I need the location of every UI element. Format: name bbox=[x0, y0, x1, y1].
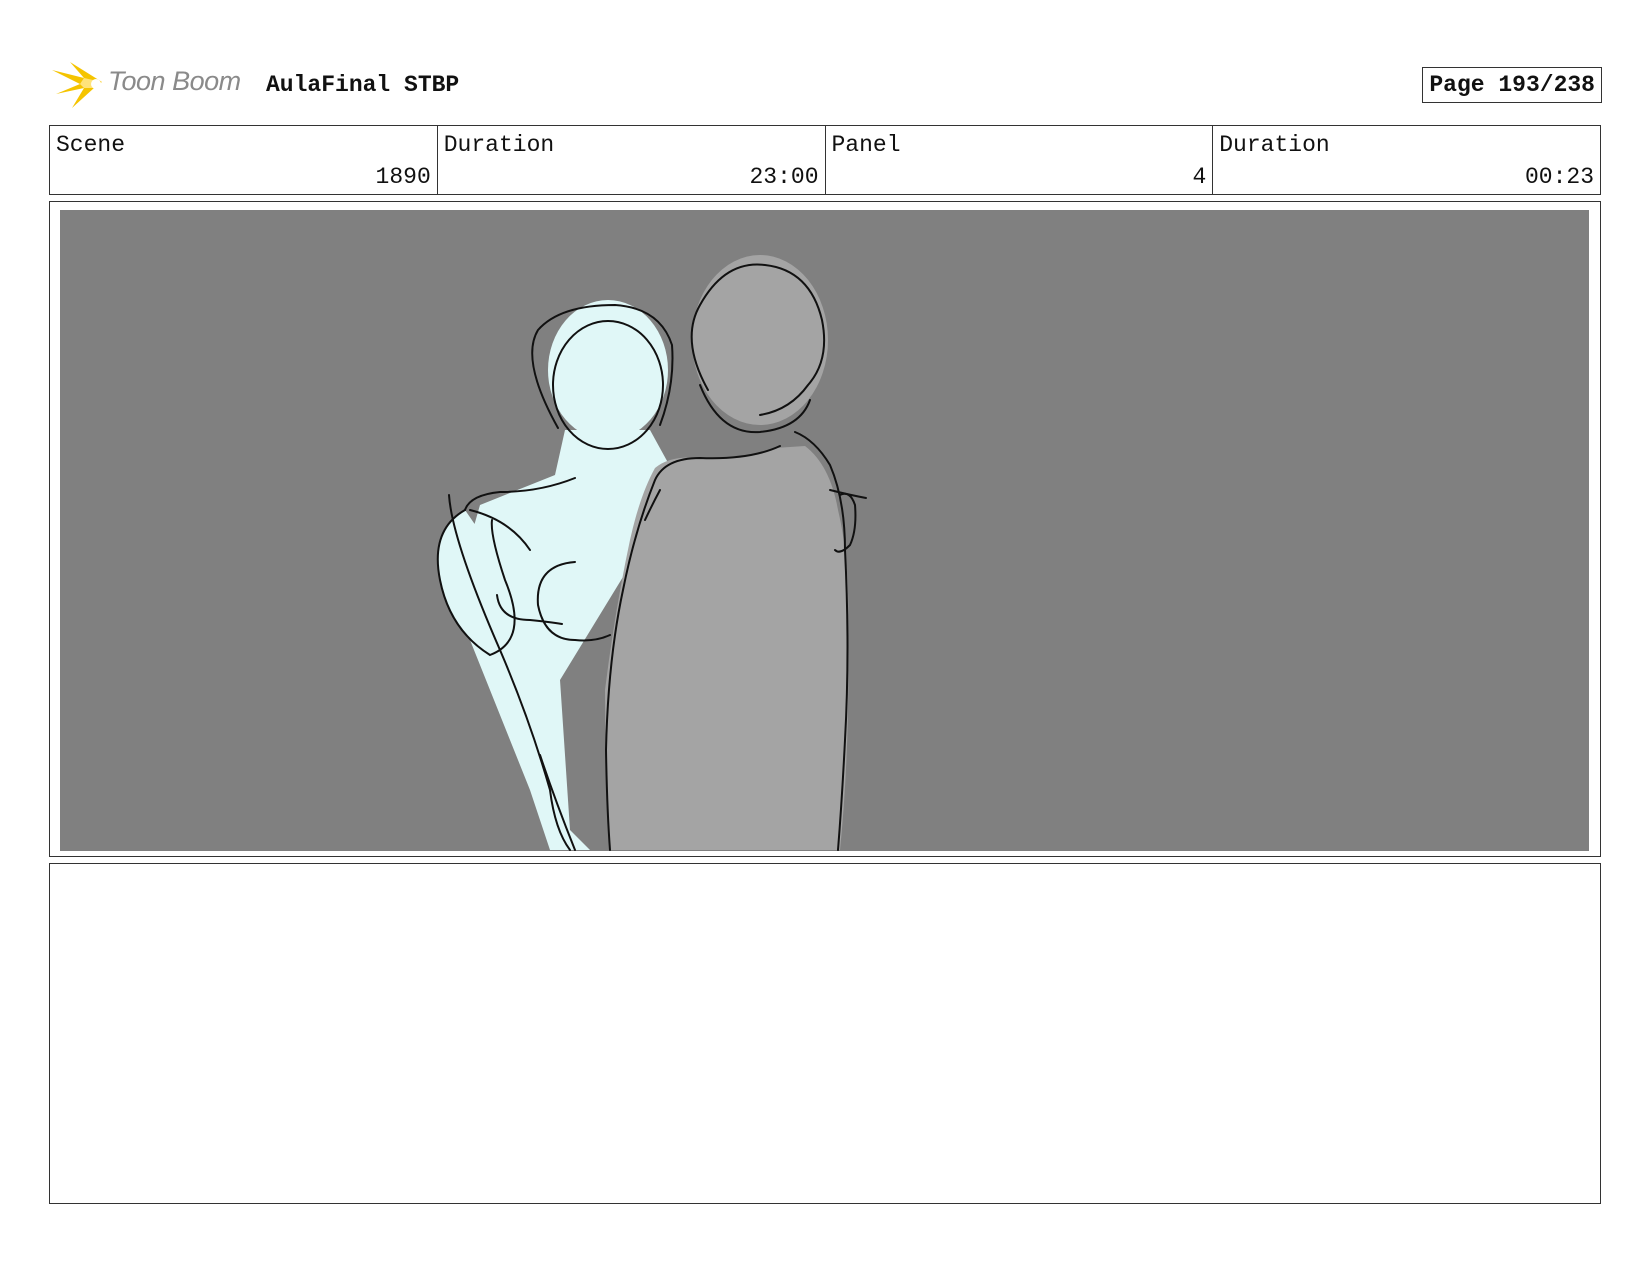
storyboard-sketch bbox=[60, 210, 1589, 851]
scene-duration-label: Duration bbox=[443, 132, 555, 158]
page-header: Toon Boom AulaFinal STBP Page 193/238 bbox=[50, 58, 1602, 110]
scene-info-table: Scene 1890 Duration 23:00 Panel 4 Durati… bbox=[49, 125, 1601, 195]
panel-duration-value: 00:23 bbox=[1524, 164, 1594, 190]
scene-duration-value: 23:00 bbox=[749, 164, 819, 190]
project-title: AulaFinal STBP bbox=[266, 72, 460, 98]
scene-duration-cell: Duration 23:00 bbox=[438, 126, 826, 194]
logo-text: Toon Boom bbox=[108, 66, 241, 96]
panel-label: Panel bbox=[831, 132, 901, 158]
panel-duration-label: Duration bbox=[1219, 132, 1330, 158]
panel-value: 4 bbox=[1192, 164, 1207, 190]
scene-label: Scene bbox=[56, 132, 126, 158]
toon-boom-logo: Toon Boom bbox=[50, 58, 250, 110]
storyboard-panel-image bbox=[60, 210, 1589, 851]
page-number: Page 193/238 bbox=[1429, 72, 1595, 98]
scene-cell: Scene 1890 bbox=[50, 126, 438, 194]
panel-cell: Panel 4 bbox=[826, 126, 1214, 194]
scene-value: 1890 bbox=[375, 164, 431, 190]
page-number-box: Page 193/238 bbox=[1422, 67, 1602, 103]
toon-boom-starburst-icon bbox=[52, 62, 102, 108]
panel-notes-box bbox=[49, 863, 1601, 1204]
panel-frame bbox=[49, 201, 1601, 857]
panel-duration-cell: Duration 00:23 bbox=[1213, 126, 1600, 194]
